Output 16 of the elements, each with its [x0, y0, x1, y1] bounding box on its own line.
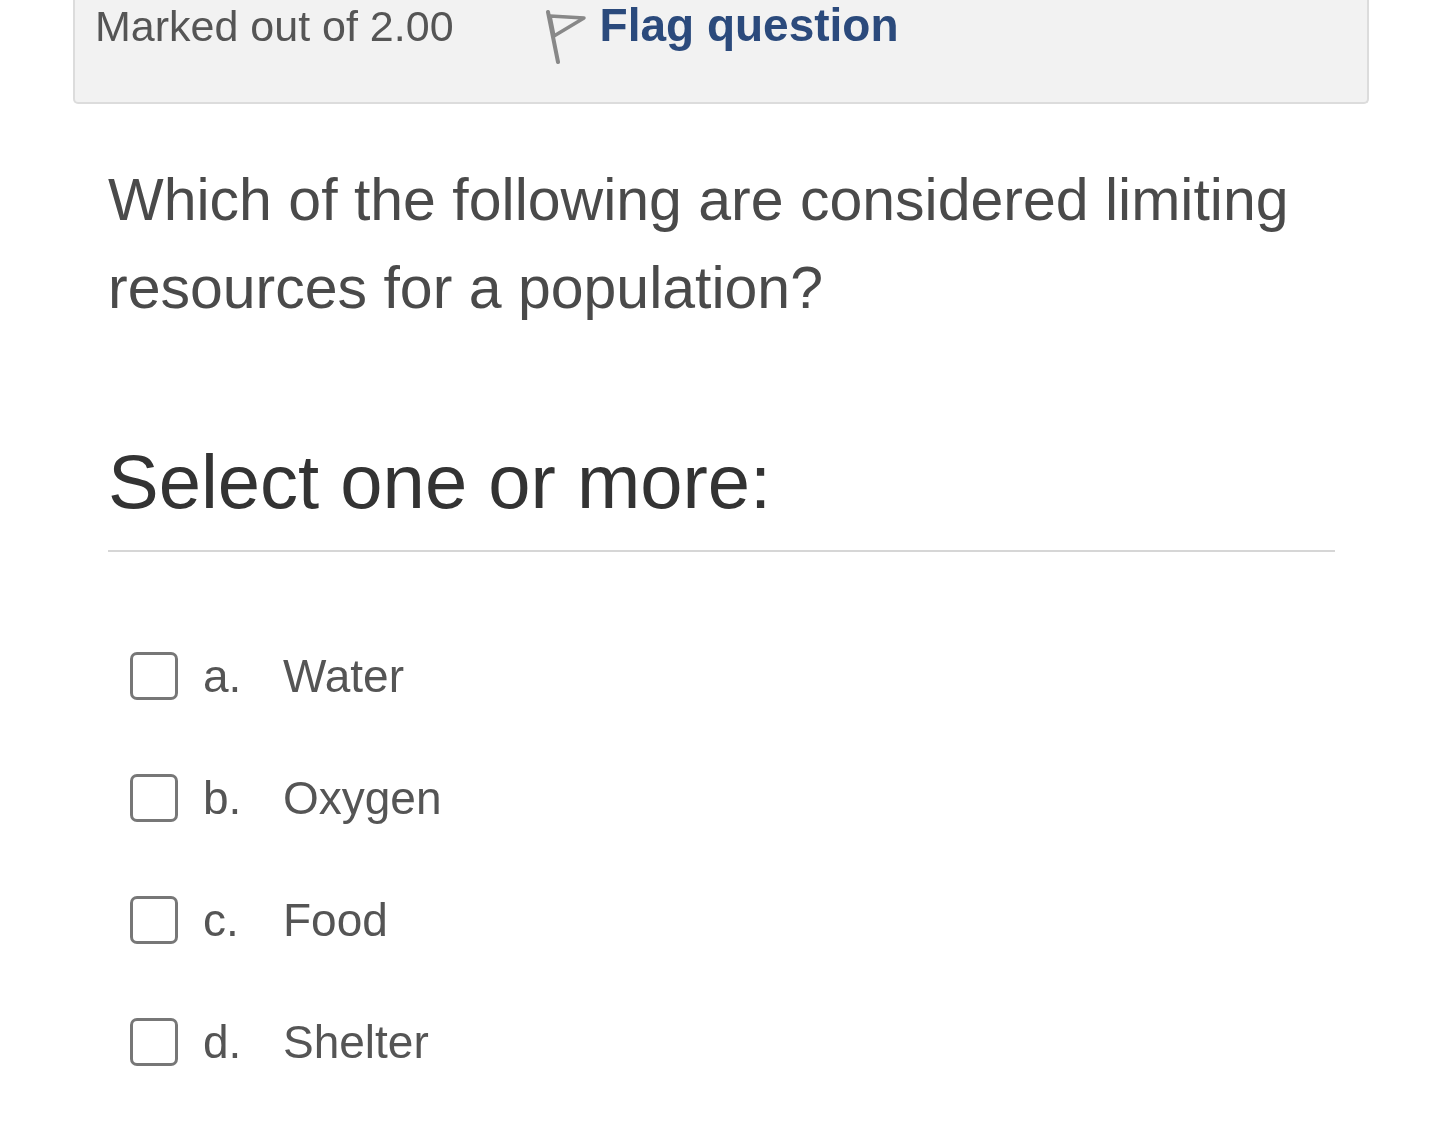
prompt-text: Select one or more:	[108, 440, 773, 524]
option-letter: b.	[203, 771, 243, 826]
option-letter: c.	[203, 893, 240, 948]
checkbox[interactable]	[130, 1018, 178, 1066]
marked-out-text: Marked out of 2.00	[95, 1, 454, 52]
option-label[interactable]: Water	[283, 647, 404, 705]
question-text: Which of the following are considered limiting resources for a population?	[108, 166, 1290, 323]
checkbox[interactable]	[130, 652, 178, 700]
option-letter: d.	[203, 1015, 243, 1070]
option-letter: a.	[203, 649, 243, 704]
checkbox[interactable]	[130, 774, 178, 822]
flag-question-link[interactable]: Flag question	[545, 0, 899, 64]
option-label[interactable]: Food	[283, 891, 388, 949]
checkbox[interactable]	[130, 896, 178, 944]
option-label[interactable]: Shelter	[283, 1013, 429, 1071]
option-label[interactable]: Oxygen	[283, 769, 442, 827]
